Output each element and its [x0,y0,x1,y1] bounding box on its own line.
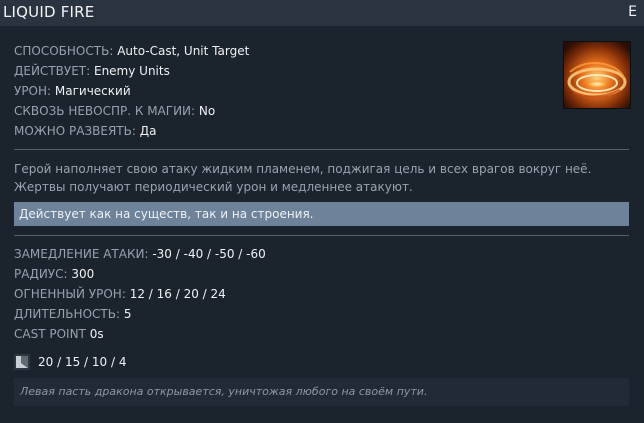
tooltip-header: LIQUID FIRE E [0,0,644,26]
value-label: CAST POINT [14,327,86,341]
liquid-fire-icon [563,41,631,109]
cooldown-icon [14,354,30,370]
property-label: УРОН: [14,84,52,98]
value-text: 0s [89,327,104,341]
ability-note: Действует как на существ, так и на строе… [19,207,314,221]
property-value: Магический [54,84,131,98]
property-value: Да [139,124,157,138]
value-text: 12 / 16 / 20 / 24 [129,287,226,301]
lore-box: Левая пасть дракона открывается, уничтож… [14,378,629,406]
property-row: ДЕЙСТВУЕТ: Enemy Units [14,63,249,83]
ability-tooltip: LIQUID FIRE E СПОСОБНОСТЬ: Auto-Cast, Un… [0,0,644,423]
property-label: ДЕЙСТВУЕТ: [14,64,91,78]
property-value: Enemy Units [93,64,170,78]
value-text: 5 [123,307,132,321]
value-label: ЗАМЕДЛЕНИЕ АТАКИ: [14,247,149,261]
section-divider [14,149,629,150]
property-row: СПОСОБНОСТЬ: Auto-Cast, Unit Target [14,43,249,63]
cooldown-value: 20 / 15 / 10 / 4 [38,355,127,369]
value-row: ОГНЕННЫЙ УРОН: 12 / 16 / 20 / 24 [14,286,266,306]
property-label: СПОСОБНОСТЬ: [14,44,114,58]
section-divider [14,235,629,236]
value-text: 300 [71,267,95,281]
value-row: CAST POINT 0s [14,326,266,346]
ability-title: LIQUID FIRE [3,3,95,21]
ability-note-box: Действует как на существ, так и на строе… [14,202,629,226]
ability-properties: СПОСОБНОСТЬ: Auto-Cast, Unit Target ДЕЙС… [14,43,249,143]
value-row: РАДИУС: 300 [14,266,266,286]
value-row: ЗАМЕДЛЕНИЕ АТАКИ: -30 / -40 / -50 / -60 [14,246,266,266]
fire-swirl-icon [564,42,630,108]
value-text: -30 / -40 / -50 / -60 [152,247,266,261]
value-row: ДЛИТЕЛЬНОСТЬ: 5 [14,306,266,326]
property-label: СКВОЗЬ НЕВОСПР. К МАГИИ: [14,104,196,118]
ability-description: Герой наполняет свою атаку жидким пламен… [14,162,592,194]
property-value: Auto-Cast, Unit Target [117,44,250,58]
value-label: ОГНЕННЫЙ УРОН: [14,287,126,301]
ability-hotkey: E [628,4,637,20]
property-row: СКВОЗЬ НЕВОСПР. К МАГИИ: No [14,103,249,123]
value-label: ДЛИТЕЛЬНОСТЬ: [14,307,120,321]
property-label: МОЖНО РАЗВЕЯТЬ: [14,124,136,138]
ability-values: ЗАМЕДЛЕНИЕ АТАКИ: -30 / -40 / -50 / -60 … [14,246,266,346]
property-row: УРОН: Магический [14,83,249,103]
property-row: МОЖНО РАЗВЕЯТЬ: Да [14,123,249,143]
lore-text: Левая пасть дракона открывается, уничтож… [20,385,428,398]
value-label: РАДИУС: [14,267,68,281]
property-value: No [198,104,216,118]
